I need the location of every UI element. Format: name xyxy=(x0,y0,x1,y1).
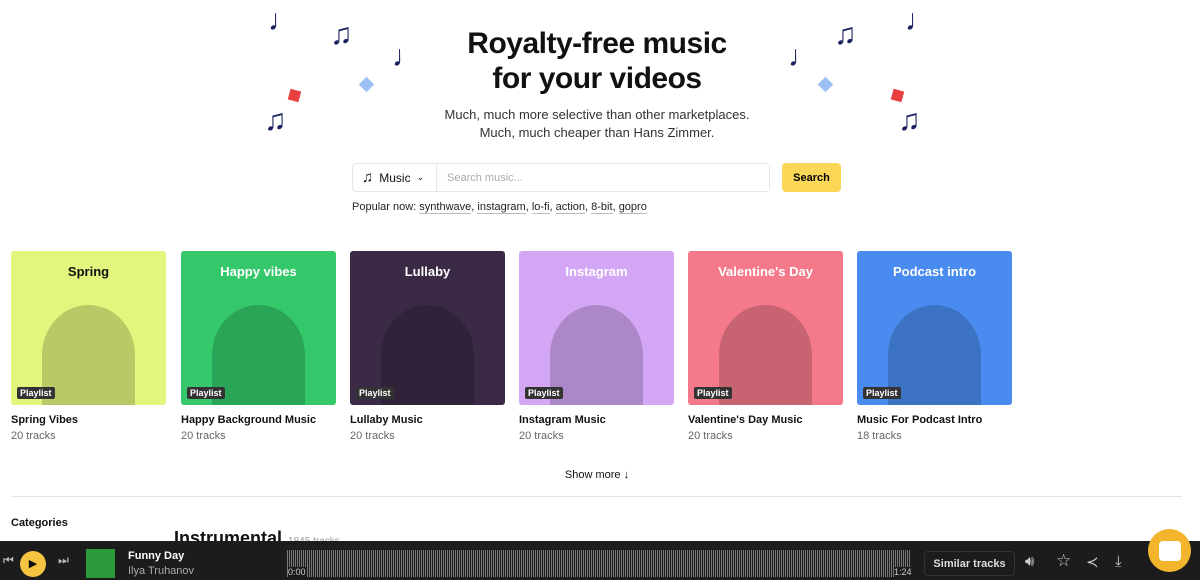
type-select[interactable]: ♫ Music ⌄ xyxy=(353,164,437,191)
tag-link[interactable]: gopro xyxy=(618,201,647,214)
next-icon[interactable]: ⏭ xyxy=(58,553,69,568)
tag-link[interactable]: synthwave xyxy=(419,201,472,214)
playlist-cover[interactable]: Podcast intro Playlist xyxy=(857,251,1012,405)
playlist-cover[interactable]: Instagram Playlist xyxy=(519,251,674,405)
track-count: 18 tracks xyxy=(857,430,902,442)
cover-title: Happy vibes xyxy=(220,264,297,279)
track-count: 20 tracks xyxy=(11,430,56,442)
duration: 1:24 xyxy=(894,567,912,577)
track-count: 20 tracks xyxy=(519,430,564,442)
player-bar: ⏮ ▶ ⏭ Funny Day Ilya Truhanov 0:00 1:24 … xyxy=(0,541,1200,580)
star-icon[interactable]: ☆ xyxy=(1056,551,1071,571)
waveform-seekbar[interactable] xyxy=(287,550,911,577)
cover-title: Valentine's Day xyxy=(718,264,813,279)
tag-link[interactable]: action xyxy=(555,201,586,214)
similar-tracks-button[interactable]: Similar tracks xyxy=(924,551,1015,576)
tag-link[interactable]: instagram xyxy=(477,201,526,214)
cover-title: Spring xyxy=(67,264,110,279)
play-button[interactable]: ▶ xyxy=(20,551,46,577)
playlist-badge: Playlist xyxy=(863,387,901,399)
divider xyxy=(11,496,1182,497)
cover-image xyxy=(212,304,305,405)
share-icon[interactable]: ≺ xyxy=(1086,553,1099,571)
playlist-card[interactable]: Spring Playlist Spring Vibes 20 tracks xyxy=(11,251,166,442)
cover-image xyxy=(42,304,135,405)
chat-icon xyxy=(1158,540,1181,561)
track-title[interactable]: Funny Day xyxy=(128,550,184,562)
playlist-badge: Playlist xyxy=(694,387,732,399)
previous-icon[interactable]: ⏮ xyxy=(3,553,14,568)
playlist-badge: Playlist xyxy=(187,387,225,399)
tag-link[interactable]: 8-bit xyxy=(591,201,613,214)
download-icon[interactable]: ⤓ xyxy=(1115,553,1122,570)
playlist-name[interactable]: Lullaby Music xyxy=(350,414,505,426)
playlist-name[interactable]: Valentine's Day Music xyxy=(688,414,843,426)
playlist-cover[interactable]: Valentine's Day Playlist xyxy=(688,251,843,405)
playlist-cover[interactable]: Spring Playlist xyxy=(11,251,166,405)
subtitle: Much, much more selective than other mar… xyxy=(444,107,750,140)
playlist-name[interactable]: Music For Podcast Intro xyxy=(857,414,1012,426)
popular-tags: Popular now: synthwave, instagram, lo-fi… xyxy=(352,201,647,214)
search-input[interactable] xyxy=(437,164,769,191)
current-time: 0:00 xyxy=(288,567,306,577)
music-note-icon: ♫ xyxy=(264,104,287,137)
playlist-cover[interactable]: Happy vibes Playlist xyxy=(181,251,336,405)
cover-image xyxy=(719,304,812,405)
search-bar: ♫ Music ⌄ xyxy=(352,163,770,192)
playlist-name[interactable]: Happy Background Music xyxy=(181,414,336,426)
playlist-card[interactable]: Lullaby Playlist Lullaby Music 20 tracks xyxy=(350,251,505,442)
cover-title: Instagram xyxy=(565,264,628,279)
playlist-badge: Playlist xyxy=(17,387,55,399)
playlist-badge: Playlist xyxy=(525,387,563,399)
cover-title: Podcast intro xyxy=(892,264,977,279)
categories-heading: Categories xyxy=(11,517,68,529)
track-artist[interactable]: Ilya Truhanov xyxy=(128,565,194,577)
cover-image xyxy=(888,304,981,405)
playlist-name[interactable]: Instagram Music xyxy=(519,414,674,426)
show-more-button[interactable]: Show more ↓ xyxy=(0,469,1194,481)
playlist-card[interactable]: Podcast intro Playlist Music For Podcast I… xyxy=(857,251,1012,442)
cover-title: Lullaby xyxy=(404,264,451,279)
track-count: 20 tracks xyxy=(350,430,395,442)
playlist-card[interactable]: Valentine's Day Playlist Valentine's Day M… xyxy=(688,251,843,442)
playlist-card[interactable]: Instagram Playlist Instagram Music 20 track… xyxy=(519,251,674,442)
search-button[interactable]: Search xyxy=(782,163,841,192)
music-note-icon: ♫ xyxy=(362,169,374,186)
playlist-card[interactable]: Happy vibes Playlist Happy Background Musi… xyxy=(181,251,336,442)
track-count: 20 tracks xyxy=(688,430,733,442)
playlist-cover[interactable]: Lullaby Playlist xyxy=(350,251,505,405)
chevron-down-icon: ⌄ xyxy=(416,172,425,182)
playlist-name[interactable]: Spring Vibes xyxy=(11,414,166,426)
chat-button[interactable] xyxy=(1148,529,1191,572)
album-art xyxy=(86,549,115,578)
playlist-badge: Playlist xyxy=(356,387,394,399)
cover-image xyxy=(550,304,643,405)
music-note-icon: ♫ xyxy=(898,104,921,137)
cover-image xyxy=(381,304,474,405)
tag-link[interactable]: lo-fi xyxy=(531,201,550,214)
page-title: Royalty-free music for your videos xyxy=(467,27,727,95)
volume-icon[interactable]: 🔊︎ xyxy=(1025,553,1034,570)
track-count: 20 tracks xyxy=(181,430,226,442)
